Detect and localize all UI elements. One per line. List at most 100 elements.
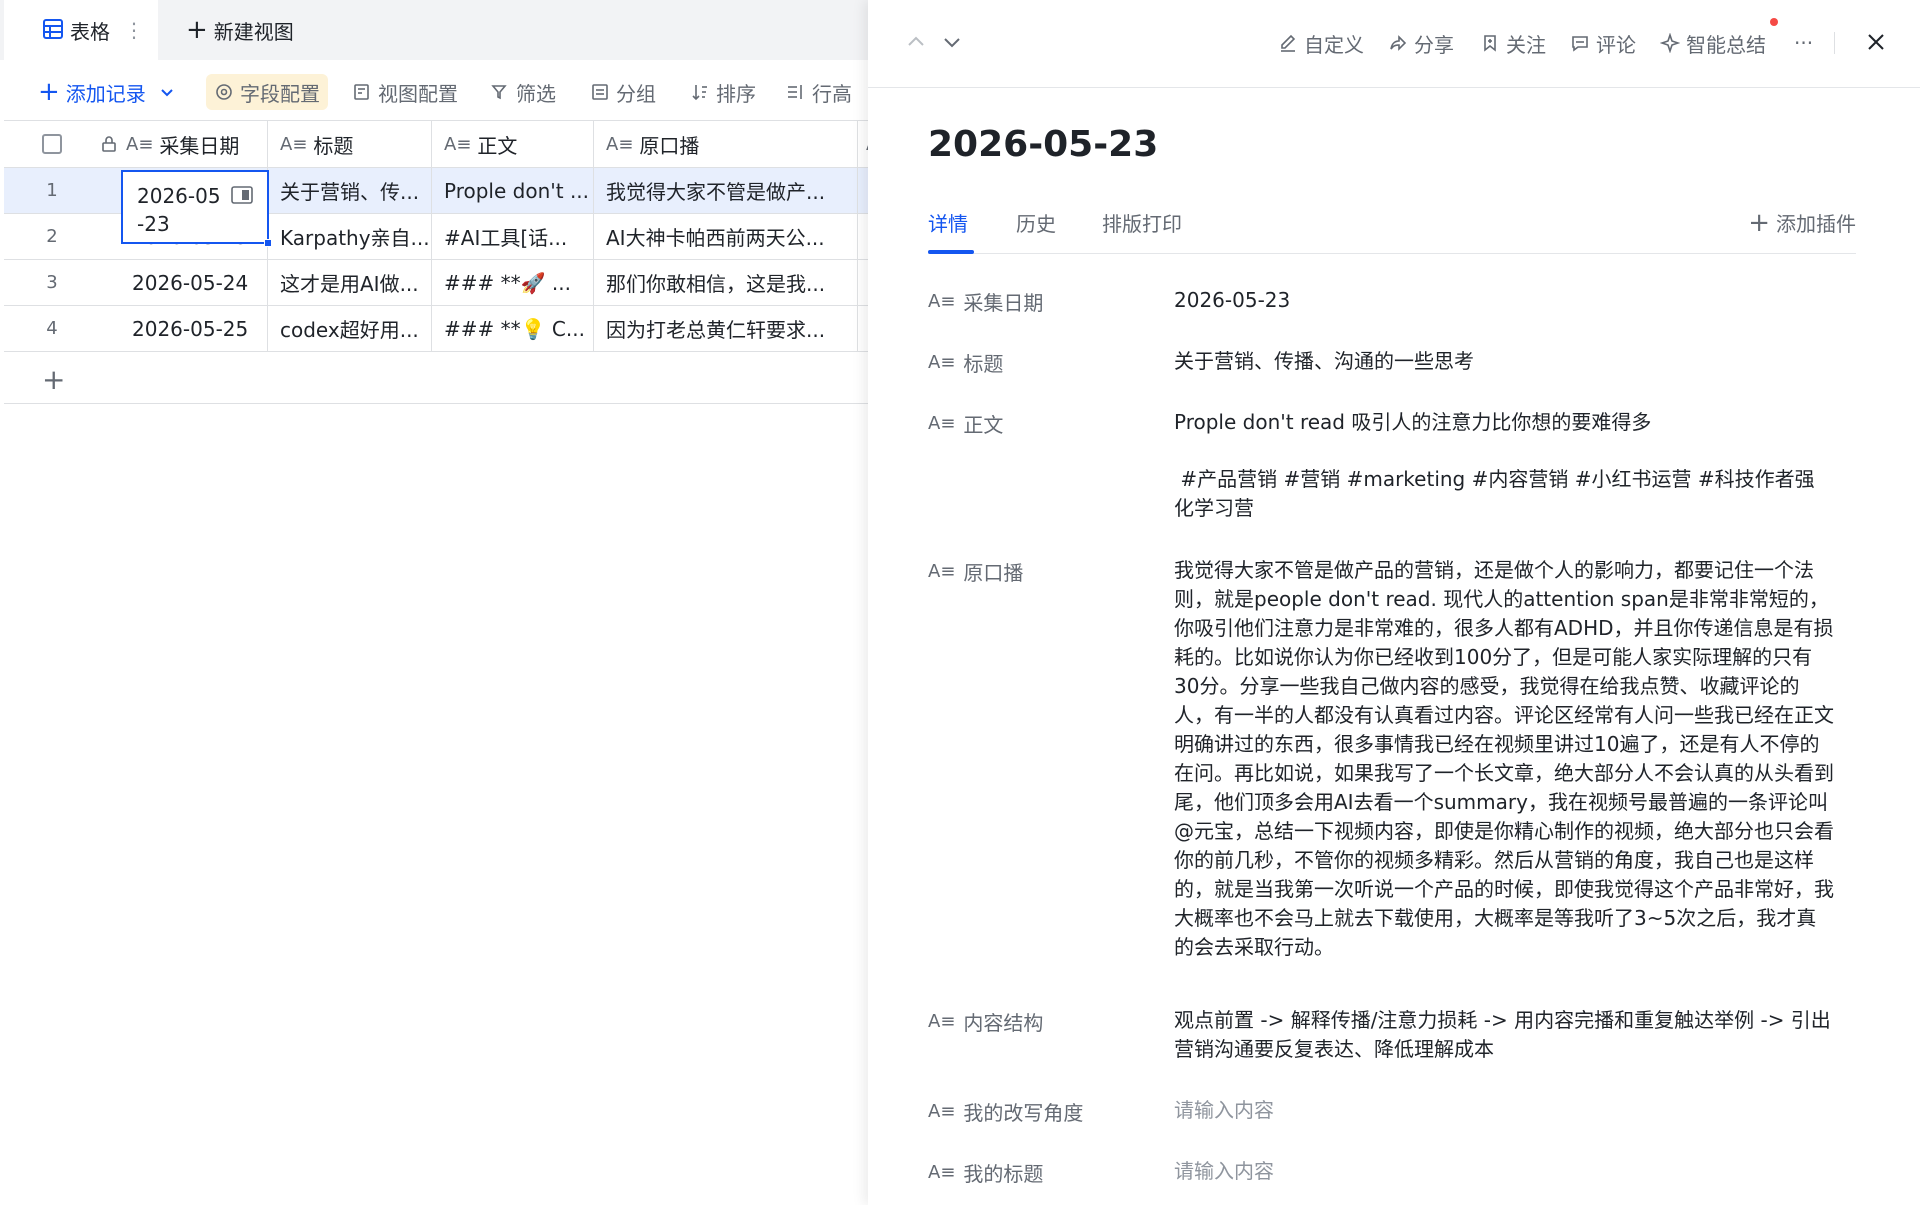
script-cell[interactable]: 我觉得大家不管是做产... — [594, 168, 858, 213]
more-actions-button[interactable]: ··· — [1794, 28, 1813, 58]
body-cell[interactable]: #AI工具[话... — [432, 214, 594, 259]
my-title-input[interactable]: 请输入内容 — [1174, 1157, 1834, 1186]
header-divider — [1834, 32, 1835, 54]
column-header-script[interactable]: A≡ 原口播 — [594, 121, 858, 167]
new-view-button[interactable]: + 新建视图 — [186, 14, 294, 46]
active-cell-line: -23 — [137, 212, 170, 236]
row-height-icon — [788, 85, 802, 99]
grid-header-row: A≡ 采集日期 A≡ 标题 A≡ 正文 A≡ 原口播 A — [4, 120, 868, 168]
sparkle-icon — [1660, 33, 1680, 53]
body-cell[interactable]: ### **💡 C... — [432, 306, 594, 351]
customize-label: 自定义 — [1304, 32, 1364, 57]
script-cell[interactable]: AI大神卡帕西前两天公... — [594, 214, 858, 259]
title-cell[interactable]: Karpathy亲自... — [268, 214, 432, 259]
text-field-icon: A≡ — [928, 1100, 956, 1122]
expand-record-icon[interactable] — [231, 186, 253, 204]
body-cell[interactable]: Prople don't ... — [432, 168, 594, 213]
row-height-button[interactable]: 行高 — [786, 70, 852, 114]
field-label-text: 正文 — [963, 412, 1004, 437]
column-header-label: 正文 — [477, 133, 518, 158]
text-field-icon: A≡ — [928, 560, 956, 582]
chevron-down-icon[interactable] — [938, 28, 966, 56]
fill-handle[interactable] — [264, 239, 272, 247]
column-header-date[interactable]: A≡ 采集日期 — [100, 121, 268, 167]
add-row-button[interactable]: + — [4, 358, 868, 404]
script-cell[interactable]: 那们你敢相信，这是我... — [594, 260, 858, 305]
notification-dot — [1770, 18, 1778, 26]
field-label: A≡ 正文 — [928, 408, 1168, 438]
customize-button[interactable]: 自定义 — [1278, 28, 1364, 58]
chevron-down-icon[interactable] — [158, 83, 176, 101]
table-row[interactable]: 4 2026-05-25 codex超好用... ### **💡 C... 因为… — [4, 306, 868, 352]
field-value[interactable]: 观点前置 -> 解释传播/注意力损耗 -> 用内容完播和重复触达举例 -> 引出… — [1174, 1006, 1834, 1064]
comment-button[interactable]: 评论 — [1570, 28, 1636, 58]
rewrite-angle-input[interactable]: 请输入内容 — [1174, 1096, 1834, 1125]
select-all-cell[interactable] — [4, 121, 100, 167]
column-header-title[interactable]: A≡ 标题 — [268, 121, 432, 167]
plus-icon: + — [186, 15, 208, 45]
text-field-icon: A≡ — [444, 133, 472, 155]
detail-tab-bar: 详情 历史 排版打印 + 添加插件 — [928, 200, 1856, 254]
script-cell[interactable]: 因为打老总黄仁轩要求... — [594, 306, 858, 351]
pen-icon — [1281, 34, 1296, 52]
share-button[interactable]: 分享 — [1388, 28, 1454, 58]
field-value[interactable]: Prople don't read 吸引人的注意力比你想的要难得多 #产品营销 … — [1174, 408, 1834, 523]
field-config-button[interactable]: 字段配置 — [206, 74, 328, 110]
tab-print-layout[interactable]: 排版打印 — [1102, 208, 1182, 237]
tab-history[interactable]: 历史 — [1016, 208, 1056, 237]
date-cell[interactable]: 2026-05-24 — [100, 260, 268, 305]
tab-details[interactable]: 详情 — [928, 208, 968, 237]
row-height-label: 行高 — [812, 81, 852, 106]
view-tab-grid[interactable]: 表格 ⋮ — [4, 0, 158, 60]
field-value[interactable]: 2026-05-23 — [1174, 286, 1834, 315]
chevron-up-icon[interactable] — [902, 28, 930, 56]
title-cell[interactable]: 关于营销、传... — [268, 168, 432, 213]
group-button[interactable]: 分组 — [590, 70, 656, 114]
field-label: A≡ 标题 — [928, 347, 1168, 377]
body-hashtags: #产品营销 #营销 #marketing #内容营销 #小红书运营 #科技作者强… — [1174, 467, 1815, 520]
add-record-button[interactable]: + 添加记录 — [38, 70, 176, 114]
title-cell[interactable]: codex超好用... — [268, 306, 432, 351]
filter-label: 筛选 — [516, 81, 556, 106]
view-tab-label: 表格 — [70, 19, 110, 44]
table-row[interactable]: 3 2026-05-24 这才是用AI做... ### **🚀 ... 那们你敢… — [4, 260, 868, 306]
field-value[interactable]: 我觉得大家不管是做产品的营销，还是做个人的影响力，都要记住一个法则，就是peop… — [1174, 556, 1834, 962]
view-config-label: 视图配置 — [378, 81, 458, 106]
field-label: A≡ 我的改写角度 — [928, 1096, 1168, 1126]
date-cell[interactable]: 2026-05-25 — [100, 306, 268, 351]
title-cell[interactable]: 这才是用AI做... — [268, 260, 432, 305]
table-view: 表格 ⋮ + 新建视图 + 添加记录 字段配置 视图配置 筛选 分组 排序 行高… — [0, 0, 868, 1205]
text-field-icon: A≡ — [126, 133, 154, 155]
view-config-button[interactable]: 视图配置 — [352, 70, 458, 114]
row-number: 1 — [46, 180, 58, 201]
field-value[interactable]: 关于营销、传播、沟通的一些思考 — [1174, 347, 1834, 376]
comment-label: 评论 — [1596, 32, 1636, 57]
view-tab-more-icon[interactable]: ⋮ — [124, 18, 144, 42]
close-icon[interactable] — [1862, 28, 1890, 56]
body-cell[interactable]: ### **🚀 ... — [432, 260, 594, 305]
field-label: A≡ 原口播 — [928, 556, 1168, 586]
field-label-text: 我的改写角度 — [963, 1100, 1084, 1125]
active-date-cell-editor[interactable]: 2026-05 -23 — [121, 170, 272, 247]
add-plugin-button[interactable]: + 添加插件 — [1748, 208, 1856, 237]
ai-summary-button[interactable]: 智能总结 — [1660, 28, 1766, 58]
view-tab-bar: 表格 ⋮ + 新建视图 — [0, 0, 868, 60]
bookmark-icon — [1484, 35, 1496, 52]
table-toolbar: + 添加记录 字段配置 视图配置 筛选 分组 排序 行高 — [0, 70, 868, 114]
new-view-label: 新建视图 — [213, 19, 294, 44]
column-header-next[interactable]: A — [858, 121, 868, 167]
group-icon — [592, 84, 608, 100]
text-field-icon: A≡ — [928, 1010, 956, 1032]
follow-button[interactable]: 关注 — [1480, 28, 1546, 58]
filter-button[interactable]: 筛选 — [490, 70, 556, 114]
column-header-body[interactable]: A≡ 正文 — [432, 121, 594, 167]
select-all-checkbox[interactable] — [42, 134, 62, 154]
body-paragraph: Prople don't read 吸引人的注意力比你想的要难得多 — [1174, 410, 1652, 434]
row-number: 4 — [46, 318, 58, 339]
follow-label: 关注 — [1506, 32, 1546, 57]
plus-icon: + — [1748, 207, 1770, 238]
sort-button[interactable]: 排序 — [690, 70, 756, 114]
text-field-icon: A≡ — [928, 290, 956, 312]
field-config-label: 字段配置 — [240, 81, 320, 106]
share-icon — [1390, 35, 1407, 51]
